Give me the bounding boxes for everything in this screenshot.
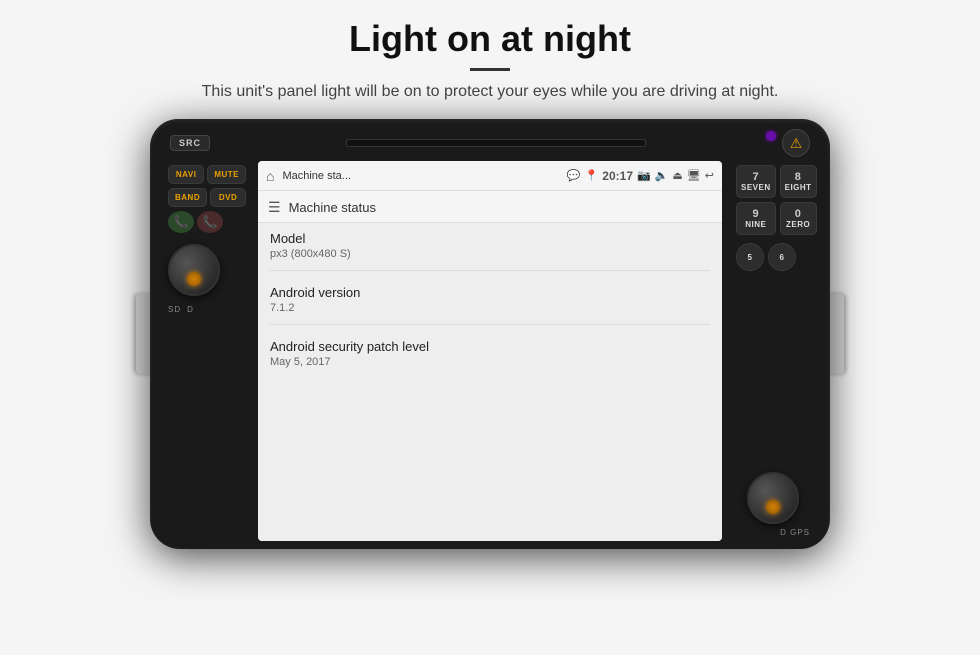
sd-label: SD (168, 305, 181, 314)
left-button-group: NAVI MUTE BAND DVD 📞 📞 (168, 165, 246, 233)
head-unit: SRC ⚠ NAVI MUTE BAND DVD (150, 119, 830, 549)
location-icon: 📍 (585, 169, 599, 182)
right-bottom: D GPS (736, 464, 810, 537)
alert-button[interactable]: ⚠ (782, 129, 810, 157)
back-icon: ↩ (705, 169, 714, 182)
navi-button[interactable]: NAVI (168, 165, 204, 184)
camera-icon: 📷 (637, 169, 651, 182)
status-app-name: Machine sta... (282, 170, 562, 182)
main-body: NAVI MUTE BAND DVD 📞 📞 SD D (158, 161, 822, 541)
top-strip: SRC ⚠ (158, 129, 822, 157)
small-buttons-row: 5 6 (736, 243, 810, 271)
screen-icon: 🖥 (687, 169, 701, 182)
seven-button[interactable]: 7SEVEN (736, 165, 776, 198)
eject-icon: ⏏ (672, 169, 682, 182)
page-title: Light on at night (349, 18, 631, 60)
d-label: D (187, 305, 194, 314)
left-panel: NAVI MUTE BAND DVD 📞 📞 SD D (162, 161, 252, 541)
band-dvd-pair: BAND DVD (168, 188, 246, 207)
eight-button[interactable]: 8EIGHT (780, 165, 817, 198)
status-time: 20:17 (602, 169, 633, 183)
android-version-value: 7.1.2 (270, 302, 710, 314)
security-patch-label: Android security patch level (270, 339, 710, 354)
home-icon[interactable]: ⌂ (266, 168, 274, 184)
band-button[interactable]: BAND (168, 188, 207, 207)
purple-indicator (766, 131, 776, 141)
info-item-android-version: Android version 7.1.2 (270, 285, 710, 325)
zero-button[interactable]: 0ZERO (780, 202, 817, 235)
screen-container: ⌂ Machine sta... 💬 📍 20:17 📷 🔈 ⏏ 🖥 ↩ (258, 161, 722, 541)
cd-slot (346, 139, 646, 147)
right-knob[interactable] (747, 472, 799, 524)
info-item-security-patch: Android security patch level May 5, 2017 (270, 339, 710, 378)
status-icons: 💬 📍 20:17 📷 🔈 ⏏ 🖥 ↩ (567, 169, 714, 183)
android-version-label: Android version (270, 285, 710, 300)
left-knob[interactable] (168, 244, 220, 296)
android-screen: ⌂ Machine sta... 💬 📍 20:17 📷 🔈 ⏏ 🖥 ↩ (258, 161, 722, 541)
navi-mute-pair: NAVI MUTE (168, 165, 246, 184)
page-subtitle: This unit's panel light will be on to pr… (202, 83, 779, 101)
head-unit-wrapper: SRC ⚠ NAVI MUTE BAND DVD (150, 119, 830, 549)
number-grid: 7SEVEN 8EIGHT 9NINE 0ZERO (736, 165, 810, 235)
right-panel: 7SEVEN 8EIGHT 9NINE 0ZERO 5 6 D GPS (728, 161, 818, 541)
gps-label: D GPS (780, 528, 810, 537)
info-item-model: Model px3 (800x480 S) (270, 231, 710, 271)
call-answer-button[interactable]: 📞 (168, 211, 194, 233)
model-label: Model (270, 231, 710, 246)
right-top: 7SEVEN 8EIGHT 9NINE 0ZERO 5 6 (736, 165, 810, 271)
five-button[interactable]: 5 (736, 243, 764, 271)
call-buttons: 📞 📞 (168, 211, 246, 233)
volume-icon: 🔈 (655, 169, 669, 182)
hamburger-icon[interactable]: ☰ (268, 199, 281, 216)
nine-button[interactable]: 9NINE (736, 202, 776, 235)
machine-status-header: ☰ Machine status (258, 191, 722, 223)
mute-button[interactable]: MUTE (207, 165, 246, 184)
status-bar: ⌂ Machine sta... 💬 📍 20:17 📷 🔈 ⏏ 🖥 ↩ (258, 161, 722, 191)
src-button[interactable]: SRC (170, 135, 210, 151)
call-end-button[interactable]: 📞 (197, 211, 223, 233)
six-button[interactable]: 6 (768, 243, 796, 271)
machine-status-title: Machine status (289, 200, 376, 215)
sd-labels: SD D (168, 305, 246, 314)
message-icon: 💬 (567, 169, 581, 182)
title-divider (470, 68, 510, 71)
dvd-button[interactable]: DVD (210, 188, 246, 207)
machine-status-body: Model px3 (800x480 S) Android version 7.… (258, 223, 722, 541)
model-value: px3 (800x480 S) (270, 248, 710, 260)
security-patch-value: May 5, 2017 (270, 356, 710, 368)
